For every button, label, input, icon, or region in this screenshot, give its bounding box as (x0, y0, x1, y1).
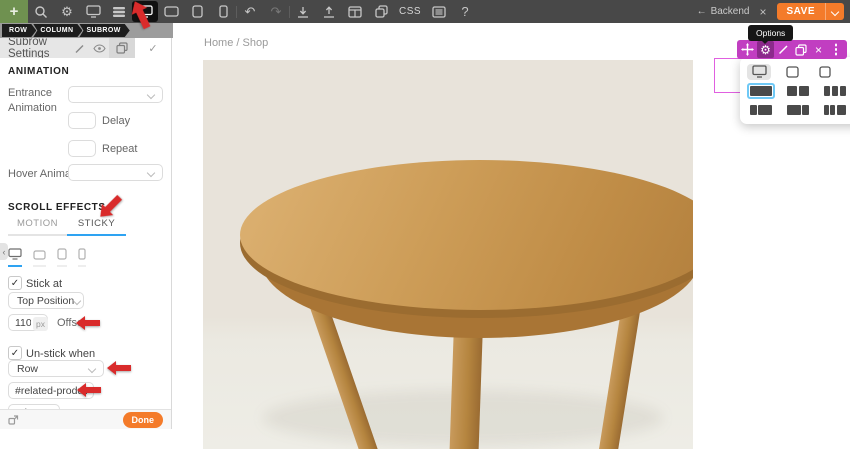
col-layout-3[interactable] (821, 83, 849, 99)
tab-motion[interactable]: MOTION (8, 218, 67, 236)
product-image-round-oak-table (203, 60, 693, 449)
popover-tablet-landscape-icon[interactable] (780, 64, 804, 80)
sidebar-footer: Done (0, 409, 171, 429)
hits-select[interactable]: Hits (8, 404, 60, 409)
save-options-chevron[interactable] (826, 7, 844, 16)
search-icon[interactable] (28, 0, 54, 23)
unstick-checkbox[interactable]: ✓ (8, 346, 22, 360)
animation-delay-input[interactable] (68, 112, 96, 129)
device-desktop-icon[interactable] (8, 248, 22, 267)
subrow-layout-popover (740, 57, 850, 124)
tab-sticky[interactable]: STICKY (67, 218, 126, 236)
col-layout-1-1-2[interactable] (821, 102, 849, 118)
back-arrow-icon: ← (696, 6, 707, 17)
unstick-label: Un-stick when (26, 348, 96, 360)
edit-pencil-icon[interactable] (775, 41, 792, 58)
sidebar-title: Subrow Settings (8, 36, 50, 60)
copy-styles-icon[interactable] (368, 0, 394, 23)
tablet-portrait-view-icon[interactable] (184, 0, 210, 23)
col-layout-2[interactable] (784, 83, 812, 99)
device-tablet-landscape-icon[interactable] (33, 248, 46, 267)
sidebar-body: ANIMATION Entrance Animation Delay Repea… (0, 58, 171, 409)
save-button[interactable]: SAVE (776, 3, 844, 20)
chevron-down-icon (87, 364, 97, 373)
breadcrumb-chip-column[interactable]: COLUMN (33, 24, 82, 37)
entrance-animation-label: Entrance Animation (8, 87, 57, 114)
toolbar-right-group: ← Backend × SAVE (697, 3, 850, 20)
portability-window-icon[interactable] (342, 0, 368, 23)
col-layout-1-selected[interactable] (747, 82, 775, 99)
close-builder-icon[interactable]: × (759, 5, 766, 19)
exit-to-backend-button[interactable]: ← Backend (697, 6, 750, 17)
animation-repeat-label: Repeat (102, 143, 138, 155)
animation-repeat-input[interactable] (68, 140, 96, 157)
redo-icon[interactable]: ↷ (263, 0, 289, 23)
annotation-arrow-offset (76, 316, 100, 330)
sidebar-header: Subrow Settings ✓ (0, 36, 171, 60)
breadcrumb-chip-subrow[interactable]: SUBROW (79, 24, 129, 37)
stick-at-label: Stick at (26, 278, 63, 290)
hover-animation-select[interactable] (68, 164, 163, 181)
stick-position-select[interactable]: Top Position (8, 292, 84, 309)
popover-device-row (747, 63, 850, 80)
add-module-button[interactable]: + (0, 0, 28, 23)
phone-view-icon[interactable] (210, 0, 236, 23)
undo-icon[interactable]: ↶ (237, 0, 263, 23)
subrow-options-toolbar: ⚙ × (737, 40, 847, 59)
monitor-preview-icon[interactable] (80, 0, 106, 23)
more-options-dots-icon[interactable] (828, 41, 845, 58)
confirm-check-icon[interactable]: ✓ (135, 38, 171, 58)
breadcrumb-chip-row[interactable]: ROW (2, 24, 36, 37)
delete-x-icon[interactable]: × (810, 41, 827, 58)
settings-sidebar: Subrow Settings ✓ ANIMATION Entrance Ani… (0, 36, 172, 429)
done-button[interactable]: Done (122, 411, 163, 428)
animation-section-heading: ANIMATION (8, 66, 70, 77)
save-layout-icon[interactable] (316, 0, 342, 23)
popover-layout-row-2 (747, 102, 850, 118)
popover-desktop-icon[interactable] (747, 63, 771, 80)
popover-layout-row-1 (747, 82, 850, 99)
tablet-landscape-view-icon[interactable] (158, 0, 184, 23)
duplicate-icon[interactable] (792, 41, 809, 58)
responsive-device-tabs (8, 248, 86, 267)
options-tooltip: Options (748, 25, 794, 44)
unstick-element-select[interactable]: Row (8, 360, 104, 377)
annotation-arrow-row-select (107, 361, 131, 375)
device-phone-icon[interactable] (78, 248, 86, 267)
chevron-down-icon (72, 296, 82, 305)
device-tablet-portrait-icon[interactable] (57, 248, 67, 267)
load-layout-icon[interactable] (290, 0, 316, 23)
move-icon[interactable] (739, 41, 756, 58)
popover-phone-icon[interactable] (846, 64, 850, 80)
swap-view-icon[interactable] (8, 414, 19, 425)
help-button[interactable]: ? (452, 0, 478, 23)
extend-styles-icon[interactable] (109, 38, 135, 58)
chevron-down-icon (43, 408, 53, 409)
col-layout-1-2[interactable] (747, 102, 775, 118)
scroll-effects-section-heading: SCROLL EFFECTS (8, 202, 106, 213)
page-breadcrumb[interactable]: Home / Shop (204, 37, 268, 49)
animation-delay-label: Delay (102, 115, 131, 127)
scroll-effects-tabs: MOTION STICKY (8, 218, 126, 236)
stick-at-checkbox[interactable]: ✓ (8, 276, 22, 290)
wireframe-view-icon[interactable] (426, 0, 452, 23)
chevron-down-icon (146, 90, 156, 99)
offset-unit-chip: px (33, 317, 48, 331)
table-top (240, 160, 693, 310)
entrance-animation-select[interactable] (68, 86, 163, 103)
chevron-down-icon (146, 168, 156, 177)
annotation-arrow-selector (77, 383, 101, 397)
settings-gear-icon[interactable]: ⚙ (54, 0, 80, 23)
visual-builder-app: + ⚙ ↶ ↷ CSS ? ← Backend × SAVE ROW COLUM… (0, 0, 850, 449)
popover-tablet-portrait-icon[interactable] (813, 64, 837, 80)
css-editor-button[interactable]: CSS (394, 0, 426, 23)
sidebar-collapse-handle[interactable]: ‹ (0, 243, 8, 260)
edit-pencil-icon[interactable] (69, 38, 89, 58)
preview-eye-icon[interactable] (89, 38, 109, 58)
col-layout-2-1[interactable] (784, 102, 812, 118)
